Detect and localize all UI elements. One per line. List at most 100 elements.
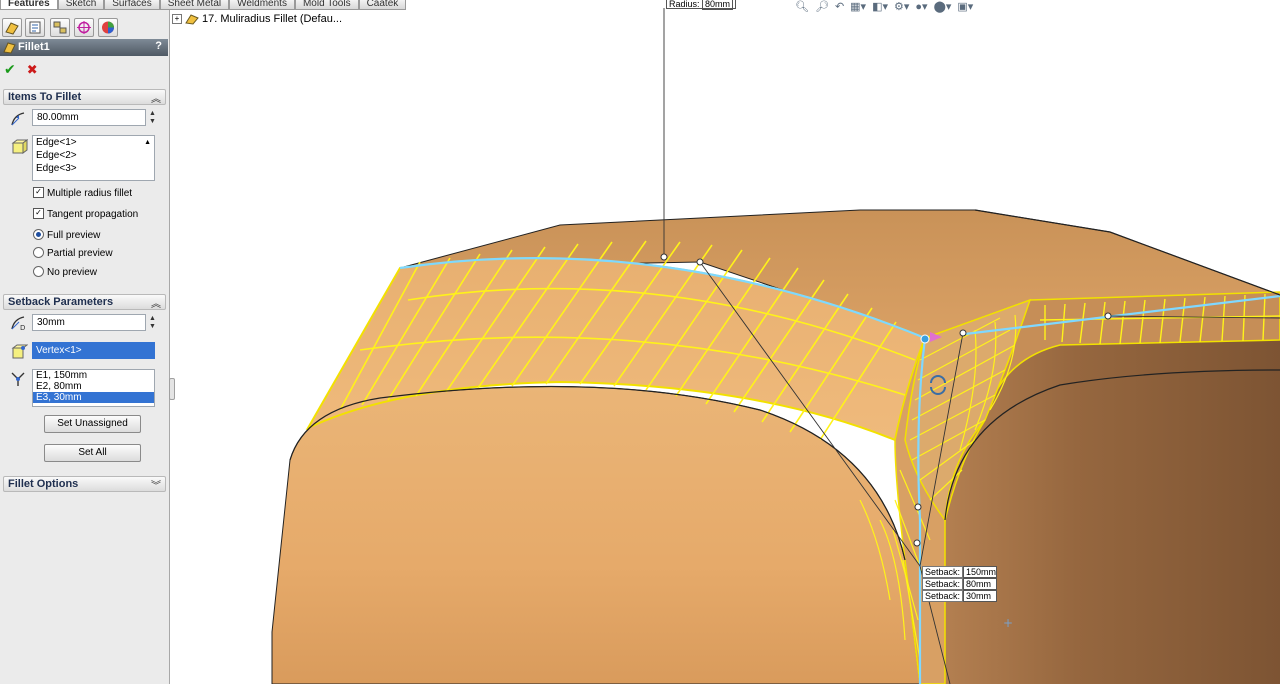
feature-manager-tab-icon[interactable] xyxy=(2,18,22,37)
help-icon[interactable]: ? xyxy=(155,40,162,52)
section-view-icon[interactable]: ▦▾ xyxy=(850,0,866,14)
radius-input[interactable]: 80.00mm ▲ ▼ xyxy=(32,109,156,126)
heads-up-view-toolbar: 🔍︎ 🔎︎ ↶ ▦▾ ◧▾ ⚙▾ ●▾ ⬤▾ ▣▾ xyxy=(795,0,973,14)
partial-preview-radio[interactable]: Partial preview xyxy=(33,246,113,261)
property-manager-title-bar: Fillet1 ? xyxy=(0,39,168,56)
view-orientation-icon[interactable]: ◧▾ xyxy=(872,0,888,14)
expand-icon[interactable]: + xyxy=(172,14,182,25)
feature-tree-item: 17. Muliradius Fillet (Defau... xyxy=(202,13,342,25)
spin-arrows-icon[interactable]: ▲ ▼ xyxy=(149,315,161,332)
edges-list[interactable]: Edge<1> Edge<2> Edge<3> ▲ xyxy=(32,135,155,181)
setback-label: Setback: xyxy=(922,590,964,602)
property-manager-title: Fillet1 xyxy=(18,41,50,53)
radio-label: No preview xyxy=(47,267,98,278)
cancel-button[interactable]: ✖ xyxy=(27,63,38,78)
setback-label: Setback: xyxy=(922,578,964,590)
radius-callout-value[interactable]: 80mm xyxy=(702,0,734,10)
display-style-icon[interactable]: ⚙▾ xyxy=(894,0,909,14)
vertex-selection-box[interactable]: Vertex<1> xyxy=(32,342,155,359)
property-manager-tab-icon[interactable] xyxy=(25,18,45,37)
setback-distances-list[interactable]: E1, 150mm E2, 80mm E3, 30mm xyxy=(32,369,155,407)
feature-tree-flyout[interactable]: +17. Muliradius Fillet (Defau... xyxy=(172,13,342,25)
list-item[interactable]: E2, 80mm xyxy=(33,381,154,392)
tab-features[interactable]: Features xyxy=(0,0,58,10)
zoom-area-icon[interactable]: 🔎︎ xyxy=(815,0,829,14)
list-item[interactable]: Vertex<1> xyxy=(33,343,154,358)
expand-chevron-icon[interactable]: ︾ xyxy=(151,477,161,492)
fillet-options-header[interactable]: Fillet Options ︾ xyxy=(3,476,166,492)
list-item[interactable]: Edge<2> xyxy=(33,149,154,162)
radius-callout[interactable]: Radius: 80mm xyxy=(666,0,737,10)
vertex-point[interactable] xyxy=(920,334,930,344)
manager-tab-bar xyxy=(0,16,170,38)
set-all-button[interactable]: Set All xyxy=(44,444,141,462)
tangent-propagation-checkbox[interactable]: ✓ Tangent propagation xyxy=(33,207,139,222)
section-title: Setback Parameters xyxy=(8,296,114,308)
checkbox-checked-icon[interactable]: ✓ xyxy=(33,186,44,198)
no-preview-radio[interactable]: No preview xyxy=(33,265,98,280)
list-item[interactable]: E3, 30mm xyxy=(33,392,154,403)
section-title: Items To Fillet xyxy=(8,91,82,103)
list-scroll-up-icon[interactable]: ▲ xyxy=(144,139,151,146)
setback-value[interactable]: 80mm xyxy=(963,578,998,590)
setback-callout-1[interactable]: Setback: 150mm xyxy=(922,566,998,578)
ok-cancel-row: ✔ ✖ xyxy=(4,62,38,78)
tab-weldments[interactable]: Weldments xyxy=(229,0,295,10)
list-item[interactable]: Edge<1> xyxy=(33,136,154,149)
full-preview-radio[interactable]: Full preview xyxy=(33,228,101,243)
setback-value[interactable]: 150mm xyxy=(963,566,998,578)
radio-selected-icon[interactable] xyxy=(33,228,44,240)
checkbox-checked-icon[interactable]: ✓ xyxy=(33,207,44,219)
vertex-selection-icon xyxy=(11,344,28,359)
list-item[interactable]: Edge<3> xyxy=(33,162,154,175)
set-unassigned-button[interactable]: Set Unassigned xyxy=(44,415,141,433)
cursor-plus-icon: + xyxy=(1003,616,1013,630)
setback-distance-value: 30mm xyxy=(37,317,65,328)
radio-label: Partial preview xyxy=(47,248,113,259)
section-title: Fillet Options xyxy=(8,478,79,490)
tab-mold-tools[interactable]: Mold Tools xyxy=(294,0,359,10)
dimxpert-manager-tab-icon[interactable] xyxy=(74,18,94,37)
spin-arrows-icon[interactable]: ▲ ▼ xyxy=(149,110,161,127)
collapse-chevron-icon[interactable]: ︽ xyxy=(151,295,161,310)
display-manager-tab-icon[interactable] xyxy=(98,18,118,37)
list-item[interactable]: E1, 150mm xyxy=(33,370,154,381)
radius-icon xyxy=(11,112,25,126)
ok-button[interactable]: ✔ xyxy=(4,62,16,78)
radio-label: Full preview xyxy=(47,230,101,241)
setback-callout-3[interactable]: Setback: 30mm xyxy=(922,590,998,602)
checkbox-label: Tangent propagation xyxy=(47,209,139,220)
edge-selection-icon xyxy=(11,139,28,154)
setback-parameters-header[interactable]: Setback Parameters ︽ xyxy=(3,294,166,310)
graphics-area[interactable]: + xyxy=(171,0,1280,684)
setback-distance-input[interactable]: 30mm ▲ ▼ xyxy=(32,314,156,331)
hide-show-icon[interactable]: ●▾ xyxy=(915,0,927,14)
svg-text:D: D xyxy=(20,324,25,332)
configuration-manager-tab-icon[interactable] xyxy=(50,18,70,37)
items-to-fillet-header[interactable]: Items To Fillet ︽ xyxy=(3,89,166,105)
tab-caatek[interactable]: Caatek xyxy=(358,0,407,10)
panel-splitter-handle[interactable] xyxy=(169,378,175,400)
part-icon xyxy=(185,14,199,25)
radio-icon[interactable] xyxy=(33,246,44,258)
setback-value[interactable]: 30mm xyxy=(963,590,998,602)
tab-surfaces[interactable]: Surfaces xyxy=(104,0,160,10)
radius-value: 80.00mm xyxy=(37,112,79,123)
distance-icon: D xyxy=(11,316,25,332)
setback-edges-icon xyxy=(11,372,25,386)
tab-sketch[interactable]: Sketch xyxy=(57,0,105,10)
setback-callout-2[interactable]: Setback: 80mm xyxy=(922,578,998,590)
multiple-radius-checkbox[interactable]: ✓ Multiple radius fillet xyxy=(33,186,132,201)
radio-icon[interactable] xyxy=(33,265,44,277)
collapse-chevron-icon[interactable]: ︽ xyxy=(151,90,161,105)
tab-sheet-metal[interactable]: Sheet Metal xyxy=(159,0,230,10)
appearance-icon[interactable]: ⬤▾ xyxy=(934,0,952,14)
command-manager-tabs: Features Sketch Surfaces Sheet Metal Wel… xyxy=(0,0,407,10)
previous-view-icon[interactable]: ↶ xyxy=(835,0,844,14)
property-manager: Fillet1 ? ✔ ✖ Items To Fillet ︽ 80.00mm … xyxy=(0,10,175,684)
zoom-fit-icon[interactable]: 🔍︎ xyxy=(795,0,809,14)
fillet-feature-icon xyxy=(3,42,16,54)
radius-callout-label: Radius: xyxy=(669,0,700,9)
setback-label: Setback: xyxy=(922,566,964,578)
display-pane-icon[interactable]: ▣▾ xyxy=(957,0,973,14)
